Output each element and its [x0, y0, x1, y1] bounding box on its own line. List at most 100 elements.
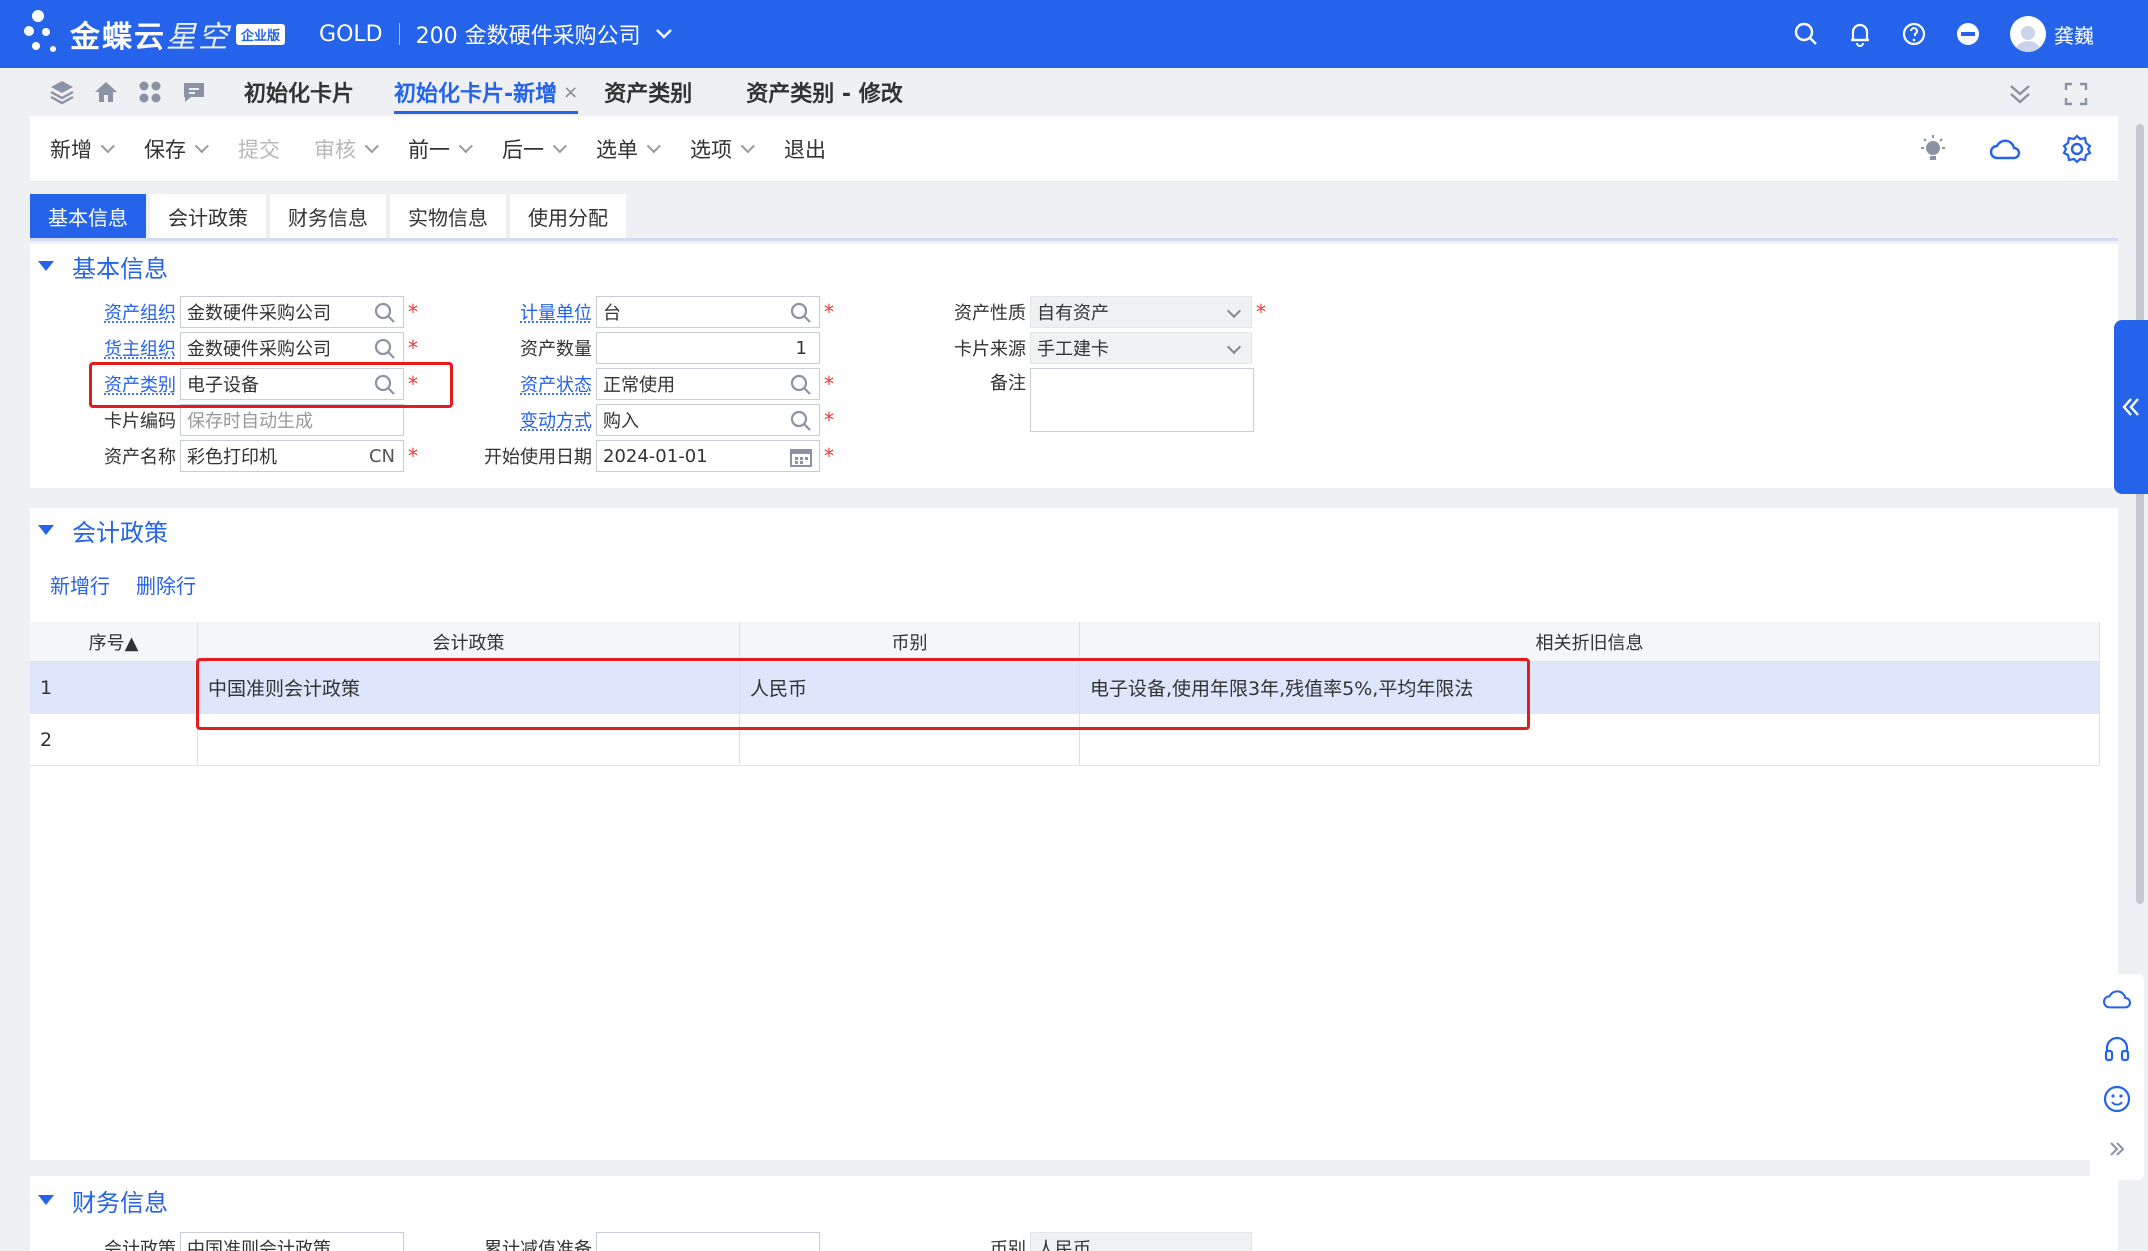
- chevron-down-icon[interactable]: [655, 24, 673, 45]
- unit-label[interactable]: 计量单位: [470, 299, 592, 325]
- card-code-input[interactable]: 保存时自动生成: [180, 404, 404, 436]
- accounting-policy-header[interactable]: 会计政策: [30, 508, 2118, 552]
- asset-name-value: 彩色打印机: [187, 447, 277, 468]
- cell-seq[interactable]: 2: [30, 714, 198, 765]
- col-depreciation[interactable]: 相关折旧信息: [1080, 622, 2100, 661]
- search-icon[interactable]: [373, 301, 397, 325]
- collapse-triangle-icon[interactable]: [38, 525, 54, 535]
- apps-grid-icon[interactable]: [128, 72, 172, 112]
- finance-policy-field: 会计政策 中国准则会计政策: [70, 1232, 404, 1251]
- home-icon[interactable]: [84, 72, 128, 112]
- bell-icon[interactable]: [1840, 14, 1880, 54]
- language-toggle[interactable]: CN: [369, 446, 395, 467]
- prev-button[interactable]: 前一: [408, 134, 473, 164]
- cloud-icon[interactable]: [2095, 974, 2139, 1024]
- calendar-icon[interactable]: [789, 445, 813, 469]
- basic-info-header[interactable]: 基本信息: [30, 244, 2118, 288]
- required-mark: *: [408, 336, 418, 360]
- submit-button[interactable]: 提交: [238, 134, 280, 164]
- chevron-down-icon[interactable]: [1226, 339, 1242, 355]
- headset-icon[interactable]: [2095, 1024, 2139, 1074]
- tab-asset-category[interactable]: 资产类别: [604, 68, 692, 116]
- cell-seq[interactable]: 1: [30, 662, 198, 713]
- nature-select[interactable]: 自有资产: [1030, 296, 1252, 328]
- gear-icon[interactable]: [2054, 126, 2100, 172]
- finance-policy-input[interactable]: 中国准则会计政策: [180, 1232, 404, 1251]
- chevron-down-icon[interactable]: [1226, 303, 1242, 319]
- finance-currency-input[interactable]: 人民币: [1030, 1232, 1252, 1251]
- side-panel-toggle[interactable]: [2114, 320, 2148, 494]
- tab-asset-category-edit[interactable]: 资产类别 - 修改: [746, 68, 902, 116]
- double-chevron-left-icon: [2122, 398, 2139, 416]
- quantity-input[interactable]: 1: [596, 332, 820, 364]
- add-row-link[interactable]: 新增行: [50, 570, 110, 599]
- header-divider: [398, 23, 400, 45]
- layers-icon[interactable]: [40, 72, 84, 112]
- required-mark: *: [408, 444, 418, 468]
- tab-label: 初始化卡片: [244, 82, 355, 107]
- search-icon[interactable]: [789, 409, 813, 433]
- lightbulb-icon[interactable]: [1910, 126, 1956, 172]
- nature-label: 资产性质: [954, 303, 1026, 324]
- owner-org-label[interactable]: 货主组织: [70, 335, 176, 361]
- double-chevron-down-icon[interactable]: [1998, 74, 2042, 114]
- tab-accounting-policy[interactable]: 会计政策: [150, 194, 266, 238]
- minus-circle-icon[interactable]: [1948, 14, 1988, 54]
- tab-label: 初始化卡片-新增: [394, 82, 558, 107]
- asset-org-value: 金数硬件采购公司: [187, 303, 331, 324]
- new-button[interactable]: 新增: [50, 134, 115, 164]
- start-date-input[interactable]: 2024-01-01: [596, 440, 820, 472]
- save-button[interactable]: 保存: [144, 134, 209, 164]
- delete-row-link[interactable]: 删除行: [136, 570, 196, 599]
- select-button[interactable]: 选单: [596, 134, 661, 164]
- double-chevron-right-icon[interactable]: [2095, 1124, 2139, 1174]
- collapse-triangle-icon[interactable]: [38, 1195, 54, 1205]
- smile-icon[interactable]: [2095, 1074, 2139, 1124]
- source-select[interactable]: 手工建卡: [1030, 332, 1252, 364]
- scrollbar-thumb[interactable]: [2136, 124, 2144, 904]
- fullscreen-icon[interactable]: [2054, 74, 2098, 114]
- search-icon[interactable]: [789, 373, 813, 397]
- finance-info-header[interactable]: 财务信息: [30, 1176, 2118, 1224]
- search-icon[interactable]: [1786, 14, 1826, 54]
- asset-org-label[interactable]: 资产组织: [70, 299, 176, 325]
- tab-physical-info[interactable]: 实物信息: [390, 194, 506, 238]
- remark-textarea[interactable]: [1030, 368, 1254, 432]
- change-method-input[interactable]: 购入: [596, 404, 820, 436]
- owner-org-input[interactable]: 金数硬件采购公司: [180, 332, 404, 364]
- col-seq[interactable]: 序号▲: [30, 622, 198, 661]
- next-button[interactable]: 后一: [502, 134, 567, 164]
- cloud-icon[interactable]: [1982, 126, 2028, 172]
- unit-input[interactable]: 台: [596, 296, 820, 328]
- exit-button[interactable]: 退出: [784, 134, 826, 164]
- col-currency[interactable]: 币别: [740, 622, 1080, 661]
- avatar[interactable]: [2010, 16, 2046, 52]
- grid-header: 序号▲ 会计政策 币别 相关折旧信息: [30, 622, 2100, 662]
- close-icon[interactable]: ×: [563, 82, 578, 103]
- impairment-input[interactable]: [596, 1232, 820, 1251]
- search-icon[interactable]: [789, 301, 813, 325]
- tab-init-card[interactable]: 初始化卡片: [244, 68, 354, 116]
- remark-field: 备注: [906, 368, 1254, 434]
- tab-basic-info[interactable]: 基本信息: [30, 194, 146, 238]
- options-button[interactable]: 选项: [690, 134, 755, 164]
- help-icon[interactable]: [1894, 14, 1934, 54]
- tab-usage-allocation[interactable]: 使用分配: [510, 194, 626, 238]
- audit-button[interactable]: 审核: [314, 134, 379, 164]
- change-method-label[interactable]: 变动方式: [470, 407, 592, 433]
- message-icon[interactable]: [172, 72, 216, 112]
- tab-init-card-new[interactable]: 初始化卡片-新增 ×: [394, 68, 579, 116]
- search-icon[interactable]: [373, 337, 397, 361]
- brand-logo[interactable]: 金蝶云星空 企业版: [22, 0, 286, 68]
- username[interactable]: 龚巍: [2054, 20, 2094, 49]
- status-input[interactable]: 正常使用: [596, 368, 820, 400]
- collapse-triangle-icon[interactable]: [38, 261, 54, 271]
- status-label[interactable]: 资产状态: [470, 371, 592, 397]
- company-selector[interactable]: 200 金数硬件采购公司: [416, 18, 641, 50]
- asset-name-input[interactable]: 彩色打印机 CN: [180, 440, 404, 472]
- col-policy[interactable]: 会计政策: [198, 622, 740, 661]
- asset-org-input[interactable]: 金数硬件采购公司: [180, 296, 404, 328]
- card-code-label: 卡片编码: [104, 411, 176, 432]
- owner-org-value: 金数硬件采购公司: [187, 339, 331, 360]
- tab-finance-info[interactable]: 财务信息: [270, 194, 386, 238]
